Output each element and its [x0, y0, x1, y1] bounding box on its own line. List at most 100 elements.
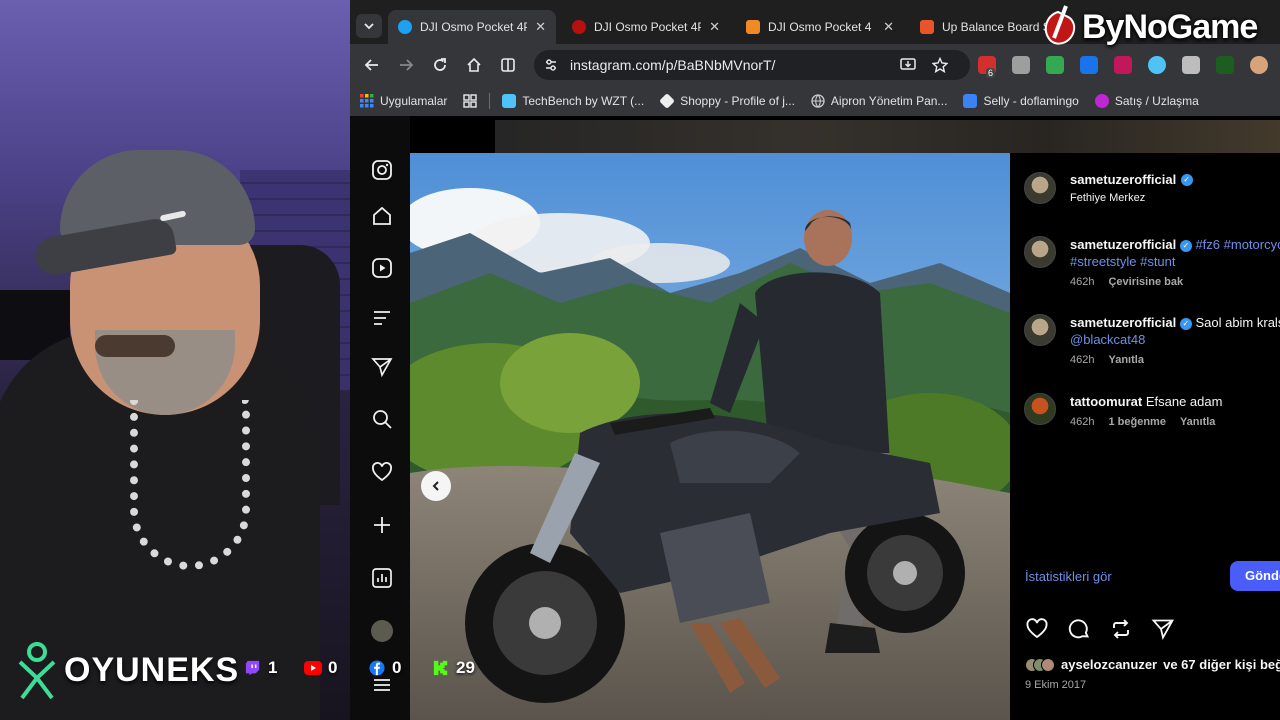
tab-favicon [398, 20, 412, 34]
avatar [1041, 657, 1055, 672]
reload-icon [434, 58, 446, 71]
side-panel-button[interactable] [492, 49, 524, 81]
comment-item: sametuzerofficial ✓ Saol abim kralsın @b… [1024, 314, 1280, 366]
comment-hashtags[interactable]: #fz6 #motorcycle [1195, 237, 1280, 252]
comment-icon[interactable] [1067, 617, 1091, 641]
close-icon[interactable]: ✕ [535, 19, 546, 35]
tab-list-button[interactable] [356, 14, 382, 38]
oyuneks-brand: OYUNEKS [14, 640, 239, 700]
likes-count-text[interactable]: ve 67 diğer kişi beğendi [1163, 657, 1280, 672]
extension-icon[interactable] [1114, 56, 1132, 74]
all-bookmarks-button[interactable] [455, 94, 485, 108]
facebook-icon [369, 660, 385, 676]
apps-grid-icon [360, 94, 374, 108]
webcam-feed [0, 0, 350, 720]
back-arrow-icon [364, 59, 378, 71]
previous-post-button[interactable] [421, 471, 451, 501]
tab-title: DJI Osmo Pocket 4P ... [420, 20, 527, 34]
comment-likes[interactable]: 1 beğenme [1108, 416, 1165, 428]
profile-avatar-icon[interactable] [371, 620, 393, 642]
share-icon[interactable] [1151, 617, 1175, 641]
likes-summary: ayselozcanuzer ve 67 diğer kişi beğendi [1025, 657, 1280, 672]
bookmark-star-icon[interactable] [932, 57, 948, 73]
insights-icon[interactable] [371, 567, 393, 589]
tab-4[interactable]: Up Balance Board S... [910, 10, 1060, 44]
url-text[interactable]: instagram.com/p/BaBNbMVnorT/ [570, 57, 775, 73]
extension-icon[interactable] [1250, 56, 1268, 74]
send-icon[interactable] [371, 356, 393, 378]
bookmark-separator [489, 93, 491, 109]
tab-3[interactable]: DJI Osmo Pocket 4 Pr... ✕ [736, 10, 904, 44]
split-view-icon [501, 58, 515, 72]
liked-by-user[interactable]: ayselozcanuzer [1061, 657, 1157, 672]
extension-icon[interactable] [1012, 56, 1030, 74]
close-icon[interactable]: ✕ [709, 19, 720, 35]
extension-icon[interactable] [1080, 56, 1098, 74]
post-image[interactable] [410, 153, 1010, 720]
reload-button[interactable] [424, 49, 456, 81]
site-info-icon[interactable] [544, 58, 558, 72]
comment-age: 462h [1070, 416, 1095, 428]
reels-icon[interactable] [371, 257, 393, 279]
tab-favicon [746, 20, 760, 34]
brand-name: OYUNEKS [64, 650, 240, 689]
tab-1[interactable]: DJI Osmo Pocket 4P ... ✕ [388, 10, 556, 44]
comment-hashtags-line2[interactable]: #streetstyle #stunt [1070, 253, 1280, 270]
liker-avatars [1025, 657, 1055, 672]
repost-icon[interactable] [1109, 617, 1133, 641]
shield-icon[interactable] [1046, 56, 1064, 74]
twitch-count: 1 [268, 658, 278, 677]
comment-author[interactable]: sametuzerofficial [1070, 237, 1176, 252]
search-icon[interactable] [371, 408, 393, 430]
bookmark-label: Selly - doflamingo [983, 94, 1079, 108]
avatar[interactable] [1024, 393, 1056, 425]
watermark-text: ByNoGame [1082, 7, 1258, 46]
avatar[interactable] [1024, 314, 1056, 346]
extension-icon[interactable] [1182, 56, 1200, 74]
address-bar[interactable]: instagram.com/p/BaBNbMVnorT/ [534, 50, 970, 80]
instagram-logo-icon[interactable] [371, 159, 393, 181]
verified-badge-icon: ✓ [1179, 239, 1192, 252]
home-icon[interactable] [371, 205, 393, 227]
back-button[interactable] [356, 49, 388, 81]
send-button[interactable]: Gönder [1230, 561, 1280, 591]
post-location[interactable]: Fethiye Merkez [1070, 192, 1193, 204]
extension-icon[interactable] [1216, 56, 1234, 74]
avatar[interactable] [1024, 236, 1056, 268]
tab-2[interactable]: DJI Osmo Pocket 4P ... ✕ [562, 10, 730, 44]
reply-link[interactable]: Yanıtla [1108, 354, 1143, 366]
comment-age: 462h [1070, 276, 1095, 288]
bookmark-techbench[interactable]: TechBench by WZT (... [494, 94, 652, 108]
globe-icon [811, 94, 825, 108]
comment-author[interactable]: sametuzerofficial [1070, 315, 1176, 330]
bookmark-shoppy[interactable]: Shoppy - Profile of j... [652, 93, 803, 109]
install-app-icon[interactable] [900, 58, 916, 72]
create-icon[interactable] [371, 514, 393, 536]
bookmark-apps[interactable]: Uygulamalar [350, 94, 455, 108]
avatar[interactable] [1024, 171, 1056, 204]
kick-icon [433, 660, 448, 676]
forward-button[interactable] [390, 49, 422, 81]
kick-count: 29 [456, 658, 475, 677]
bookmark-selly[interactable]: Selly - doflamingo [955, 94, 1086, 108]
close-icon[interactable]: ✕ [883, 19, 894, 35]
view-insights-link[interactable]: İstatistikleri gör [1025, 569, 1112, 584]
facebook-viewers: 0 [368, 658, 401, 678]
threads-feed-icon[interactable] [371, 307, 393, 329]
reply-link[interactable]: Yanıtla [1180, 416, 1215, 428]
verified-badge-icon: ✓ [1180, 173, 1193, 186]
heart-icon[interactable] [371, 461, 393, 483]
comment-author[interactable]: tattoomurat [1070, 394, 1142, 409]
home-button[interactable] [458, 49, 490, 81]
like-heart-icon[interactable] [1025, 617, 1049, 641]
tab-title: DJI Osmo Pocket 4 Pr... [768, 20, 875, 34]
oyuneks-logo-icon [18, 642, 56, 700]
extension-icon[interactable] [1148, 56, 1166, 74]
youtube-viewers: 0 [304, 658, 337, 678]
bookmark-label: Uygulamalar [380, 94, 448, 108]
bookmark-aipron[interactable]: Aipron Yönetim Pan... [803, 94, 956, 108]
bookmark-satis[interactable]: Satış / Uzlaşma [1087, 94, 1207, 108]
post-author[interactable]: sametuzerofficial [1070, 172, 1176, 187]
comment-mention[interactable]: @blackcat48 [1070, 331, 1280, 348]
see-translation-link[interactable]: Çevirisine bak [1108, 276, 1183, 288]
